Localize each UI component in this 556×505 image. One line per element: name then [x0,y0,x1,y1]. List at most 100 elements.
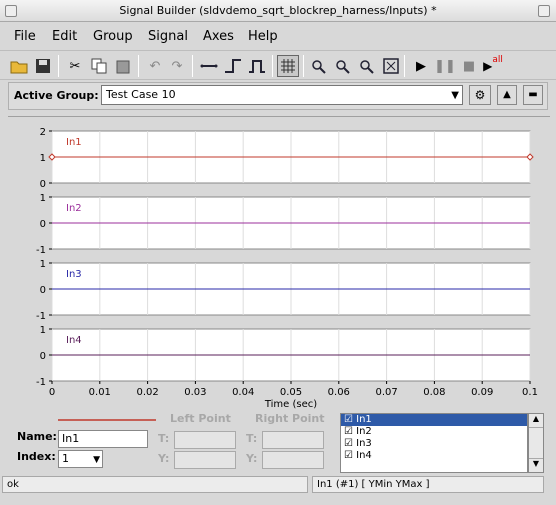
run-all-label: all [492,54,503,65]
signal-name-label: In4 [66,335,82,346]
x-tick-label: 0.09 [471,387,493,398]
menu-file[interactable]: File [14,29,36,44]
zoom-y-icon[interactable] [332,55,354,77]
toolbar-separator [58,55,59,77]
run-all-icon[interactable]: ▶ all [482,55,504,77]
x-axis-label: Time (sec) [264,399,317,409]
chevron-down-icon: ▼ [93,455,100,465]
paste-icon[interactable] [112,55,134,77]
menu-edit[interactable]: Edit [52,29,77,44]
active-group-value: Test Case 10 [106,88,176,101]
x-tick-label: 0.02 [136,387,158,398]
toolbar-separator [192,55,193,77]
menu-bar: File Edit Group Signal Axes Help [0,26,556,48]
y-tick-label: 0 [40,179,46,190]
y-tick-label: 1 [40,193,46,204]
zoom-xy-icon[interactable] [356,55,378,77]
status-signal-info: In1 (#1) [ YMin YMax ] [312,476,544,493]
undo-icon[interactable]: ↶ [144,55,166,77]
fit-view-icon[interactable] [380,55,402,77]
pause-icon[interactable]: ❚❚ [434,55,456,77]
active-group-select[interactable]: Test Case 10 ▼ [101,85,463,105]
signal-plots[interactable]: 210In110-1In210-1In310-1In40 0.01 0.02 0.03… [8,117,550,410]
signal-list-item[interactable]: ☑ In4 [341,450,527,462]
signal-list[interactable]: ☑ In1 ☑ In2 ☑ In3 ☑ In4 [340,413,528,473]
x-tick-label: 0.04 [232,387,254,398]
active-group-label: Active Group: [14,89,99,102]
signal-name-label: In3 [66,269,82,280]
menu-signal[interactable]: Signal [148,29,188,44]
signal-list-item[interactable]: ☑ In1 [341,414,527,426]
active-group-bar: Active Group: Test Case 10 ▼ ⚙ ▲ ▬ [8,82,548,110]
stop-icon[interactable]: ■ [458,55,480,77]
window-menu-button[interactable] [5,5,17,17]
toolbar-separator [272,55,273,77]
plot-area: 2 1 0 In1 1 0 -1 In2 1 0 -1 In3 1 0 -1 In4 0 0.01 0.02 0.03… [8,116,550,410]
play-icon[interactable]: ▶ [410,55,432,77]
x-tick-label: 0.06 [328,387,350,398]
grid-icon[interactable] [277,55,299,77]
redo-icon[interactable]: ↷ [166,55,188,77]
chevron-down-icon: ▼ [451,90,459,101]
left-point-t-field [174,431,236,449]
index-label: Index: [17,450,56,463]
save-icon[interactable] [32,55,54,77]
copy-icon[interactable] [88,55,110,77]
signal-index-value: 1 [62,452,69,465]
left-y-label: Y: [158,452,170,465]
signal-name-field[interactable]: In1 [58,430,148,448]
scroll-down-icon[interactable]: ▼ [529,458,543,472]
menu-axes[interactable]: Axes [203,29,234,44]
right-point-label: Right Point [255,412,325,425]
signal-list-scrollbar[interactable]: ▲ ▼ [528,413,544,473]
step-signal-icon[interactable] [222,55,244,77]
signal-line-preview [58,419,156,421]
status-bar: ok In1 (#1) [ YMin YMax ] [0,476,556,494]
title-bar: Signal Builder (sldvdemo_sqrt_blockrep_h… [0,0,556,22]
signal-list-item[interactable]: ☑ In2 [341,426,527,438]
toolbar: ✂ ↶ ↷ ▶ ❚❚ ■ ▶ all [0,50,556,80]
x-tick-label: 0.08 [423,387,445,398]
x-tick-label: 0.1 [522,387,538,398]
menu-help[interactable]: Help [248,29,278,44]
toolbar-separator [404,55,405,77]
y-tick-label: 1 [40,259,46,270]
left-point-label: Left Point [170,412,231,425]
y-tick-label: 1 [40,153,46,164]
y-tick-label: 2 [40,127,46,138]
toolbar-separator [303,55,304,77]
cut-icon[interactable]: ✂ [64,55,86,77]
name-label: Name: [17,430,57,443]
status-message: ok [2,476,308,493]
y-tick-label: 0 [40,351,46,362]
constant-signal-icon[interactable] [198,55,220,77]
toolbar-separator [138,55,139,77]
signal-index-select[interactable]: 1 ▼ [58,450,103,468]
pulse-signal-icon[interactable] [246,55,268,77]
signal-list-item[interactable]: ☑ In3 [341,438,527,450]
signal-name-label: In2 [66,203,82,214]
right-point-t-field [262,431,324,449]
x-tick-label: 0.05 [280,387,302,398]
move-up-button[interactable]: ▲ [497,85,517,105]
right-t-label: T: [246,432,258,445]
y-tick-label: 0 [40,285,46,296]
window-close-button[interactable] [538,5,550,17]
zoom-x-icon[interactable] [308,55,330,77]
x-tick-label: 0.03 [184,387,206,398]
settings-gear-icon[interactable]: ⚙ [469,85,491,105]
right-y-label: Y: [246,452,258,465]
open-folder-icon[interactable] [8,55,30,77]
y-tick-label: 0 [40,219,46,230]
y-tick-label: -1 [36,377,46,388]
delete-group-button[interactable]: ▬ [523,85,543,105]
y-tick-label: -1 [36,311,46,322]
window-title: Signal Builder (sldvdemo_sqrt_blockrep_h… [119,4,437,17]
x-tick-label: 0.01 [89,387,111,398]
left-point-y-field [174,451,236,469]
y-tick-label: 1 [40,325,46,336]
left-t-label: T: [158,432,170,445]
right-point-y-field [262,451,324,469]
scroll-up-icon[interactable]: ▲ [529,414,543,428]
menu-group[interactable]: Group [93,29,133,44]
